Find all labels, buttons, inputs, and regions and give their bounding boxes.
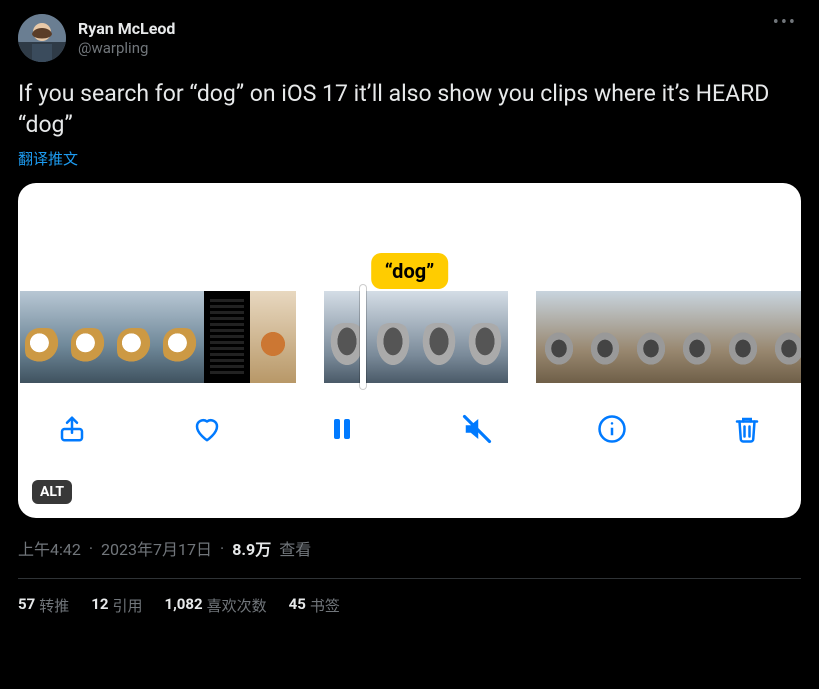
media-controls bbox=[18, 383, 801, 449]
views-count[interactable]: 8.9万 bbox=[232, 536, 271, 560]
tweet-text: If you search for “dog” on iOS 17 it’ll … bbox=[18, 78, 801, 140]
engagement-stats: 57 转推 12 引用 1,082 喜欢次数 45 书签 bbox=[18, 579, 801, 616]
thumbnail bbox=[416, 291, 462, 383]
search-term-badge: “dog” bbox=[371, 253, 449, 289]
tweet-header: Ryan McLeod @warpling bbox=[18, 14, 801, 62]
retweets-stat[interactable]: 57 转推 bbox=[18, 595, 69, 616]
handle: @warpling bbox=[78, 39, 175, 58]
info-button[interactable] bbox=[592, 409, 632, 449]
thumbnail bbox=[628, 291, 674, 383]
retweets-count: 57 bbox=[18, 595, 35, 616]
thumbnail bbox=[112, 291, 158, 383]
media-card[interactable]: “dog” bbox=[18, 183, 801, 518]
quotes-label: 引用 bbox=[112, 595, 142, 616]
share-button[interactable] bbox=[52, 409, 92, 449]
likes-label: 喜欢次数 bbox=[207, 595, 267, 616]
meta-line: 上午4:42 2023年7月17日 8.9万 查看 bbox=[18, 536, 801, 560]
likes-count: 1,082 bbox=[164, 595, 202, 616]
thumbnail bbox=[370, 291, 416, 383]
clip-group-3[interactable] bbox=[536, 291, 801, 383]
more-options-button[interactable]: ••• bbox=[769, 8, 801, 37]
bookmarks-count: 45 bbox=[289, 595, 306, 616]
thumbnail bbox=[20, 291, 66, 383]
likes-stat[interactable]: 1,082 喜欢次数 bbox=[164, 595, 266, 616]
like-button[interactable] bbox=[187, 409, 227, 449]
pause-button[interactable] bbox=[322, 409, 362, 449]
bookmarks-label: 书签 bbox=[310, 595, 340, 616]
quotes-count: 12 bbox=[91, 595, 108, 616]
tweet-container: ••• Ryan McLeod @warpling If you search … bbox=[0, 0, 819, 616]
thumbnail bbox=[582, 291, 628, 383]
avatar[interactable] bbox=[18, 14, 66, 62]
post-date[interactable]: 2023年7月17日 bbox=[101, 536, 212, 560]
clip-group-2[interactable] bbox=[324, 291, 508, 383]
thumbnail bbox=[720, 291, 766, 383]
translate-link[interactable]: 翻译推文 bbox=[18, 148, 78, 169]
thumbnail bbox=[158, 291, 204, 383]
separator bbox=[216, 539, 228, 558]
thumbnail bbox=[250, 291, 296, 383]
alt-badge[interactable]: ALT bbox=[32, 480, 72, 504]
thumbnail bbox=[66, 291, 112, 383]
author-block[interactable]: Ryan McLeod @warpling bbox=[78, 14, 175, 62]
thumbnail bbox=[674, 291, 720, 383]
thumbnail bbox=[462, 291, 508, 383]
separator bbox=[85, 539, 97, 558]
video-timeline[interactable] bbox=[18, 291, 801, 383]
retweets-label: 转推 bbox=[39, 595, 69, 616]
thumbnail bbox=[766, 291, 801, 383]
views-label: 查看 bbox=[279, 536, 311, 560]
clip-group-1[interactable] bbox=[20, 291, 296, 383]
bookmarks-stat[interactable]: 45 书签 bbox=[289, 595, 340, 616]
quotes-stat[interactable]: 12 引用 bbox=[91, 595, 142, 616]
delete-button[interactable] bbox=[727, 409, 767, 449]
thumbnail bbox=[204, 291, 250, 383]
thumbnail bbox=[536, 291, 582, 383]
mute-button[interactable] bbox=[457, 409, 497, 449]
display-name: Ryan McLeod bbox=[78, 19, 175, 39]
playhead[interactable] bbox=[360, 285, 366, 389]
media-top-area: “dog” bbox=[18, 183, 801, 291]
post-time[interactable]: 上午4:42 bbox=[18, 536, 81, 560]
